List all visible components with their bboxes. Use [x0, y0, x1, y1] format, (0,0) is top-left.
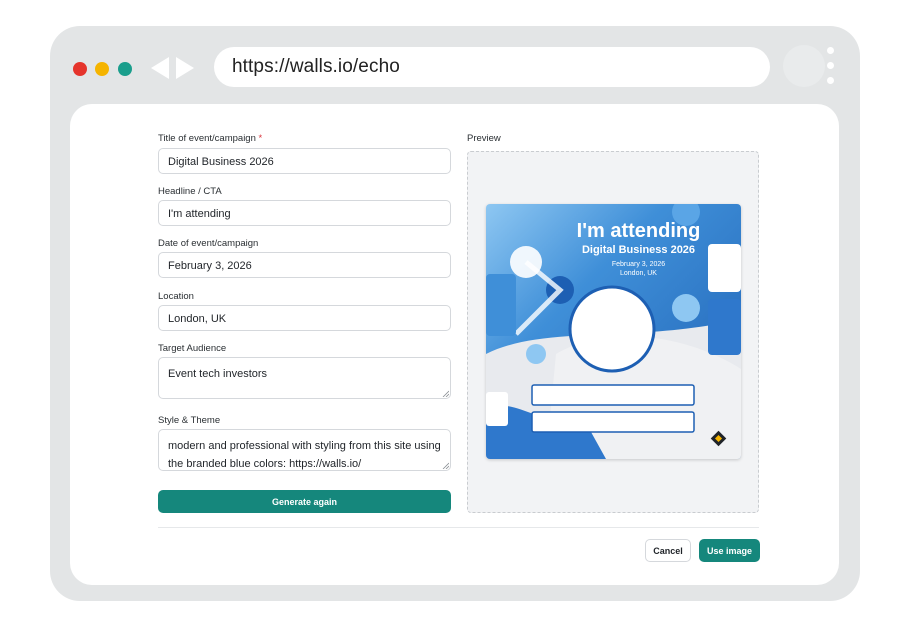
audience-label: Target Audience [158, 343, 227, 354]
date-label: Date of event/campaign [158, 238, 259, 249]
headline-field[interactable]: I'm attending [158, 200, 451, 226]
audience-value: Event tech investors [168, 368, 268, 380]
preview-image: I'm attending Digital Business 2026 Febr… [486, 204, 741, 459]
address-bar[interactable]: https://walls.io/echo [214, 47, 770, 87]
required-mark: * [258, 133, 263, 144]
walls-logo-icon [710, 430, 727, 447]
resize-handle-icon[interactable] [442, 390, 449, 397]
style-field[interactable]: modern and professional with styling fro… [158, 429, 451, 471]
location-value: London, UK [168, 313, 227, 325]
headline-label: Headline / CTA [158, 186, 222, 197]
date-value: February 3, 2026 [168, 260, 252, 272]
use-image-button[interactable]: Use image [699, 539, 760, 562]
audience-field[interactable]: Event tech investors [158, 357, 451, 399]
style-label: Style & Theme [158, 415, 221, 426]
location-field[interactable]: London, UK [158, 305, 451, 331]
close-window-dot[interactable] [73, 62, 87, 76]
preview-location: London, UK [620, 270, 657, 277]
maximize-window-dot[interactable] [118, 62, 132, 76]
title-field[interactable]: Digital Business 2026 [158, 148, 451, 174]
more-options-icon[interactable] [827, 47, 835, 89]
headline-value: I'm attending [168, 208, 231, 220]
generate-again-button[interactable]: Generate again [158, 490, 451, 513]
minimize-window-dot[interactable] [95, 62, 109, 76]
preview-headline: I'm attending [576, 220, 701, 242]
style-value: modern and professional with styling fro… [168, 440, 441, 470]
title-label: Title of event/campaign * [158, 133, 263, 144]
preview-title: Digital Business 2026 [581, 244, 696, 256]
title-value: Digital Business 2026 [168, 156, 274, 168]
profile-icon[interactable] [783, 45, 825, 87]
cancel-button[interactable]: Cancel [645, 539, 691, 562]
back-arrow-icon[interactable] [149, 56, 171, 85]
forward-arrow-icon[interactable] [174, 56, 196, 85]
location-label: Location [158, 291, 194, 302]
preview-date: February 3, 2026 [611, 261, 666, 268]
url-text: https://walls.io/echo [232, 56, 400, 77]
preview-label: Preview [467, 133, 501, 144]
date-field[interactable]: February 3, 2026 [158, 252, 451, 278]
footer-divider [158, 527, 759, 528]
resize-handle-icon[interactable] [442, 462, 449, 469]
